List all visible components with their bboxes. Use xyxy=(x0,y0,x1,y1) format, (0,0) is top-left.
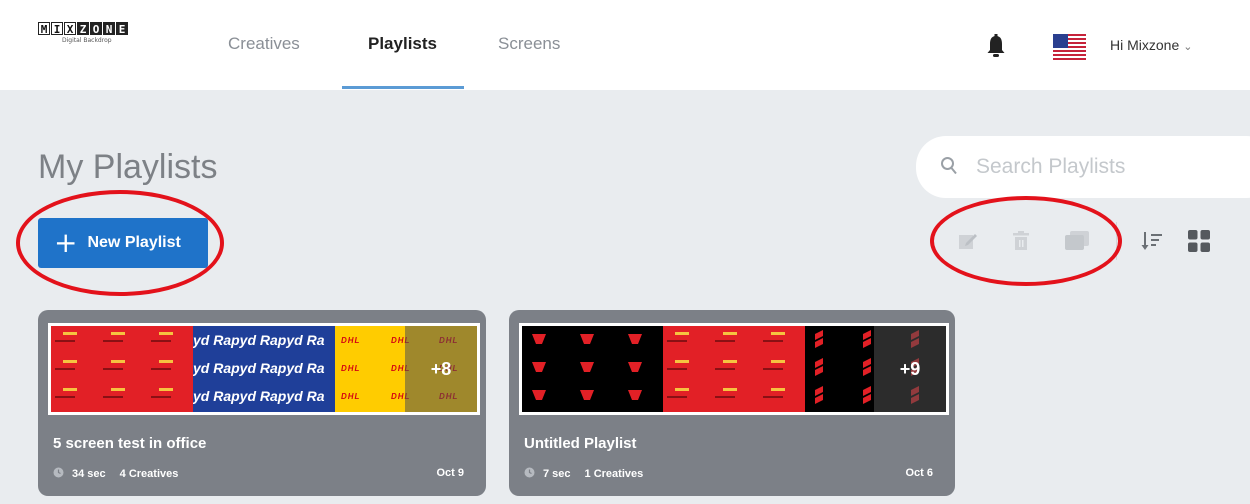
logo-tagline: Digital Backdrop xyxy=(62,37,112,44)
more-count-badge: +8 xyxy=(405,326,477,412)
playlist-card[interactable]: +9 Untitled Playlist 7 sec 1 Creatives O… xyxy=(509,310,955,496)
user-menu[interactable]: Hi Mixzone ⌄ xyxy=(1110,37,1192,53)
playlist-meta: 34 sec 4 Creatives xyxy=(53,467,178,481)
trash-icon[interactable] xyxy=(1008,228,1034,254)
active-tab-indicator xyxy=(342,86,464,89)
grid-view-icon[interactable] xyxy=(1186,228,1212,254)
playlist-date: Oct 9 xyxy=(436,467,464,479)
thumbnail-dhl: DHL DHL DHL DHL DHL DHL DHL DHL DHL +8 xyxy=(335,326,477,412)
sort-icon[interactable] xyxy=(1139,228,1165,254)
playlist-duration: 7 sec xyxy=(543,468,571,480)
page-title: My Playlists xyxy=(38,148,218,186)
more-count-badge: +9 xyxy=(873,326,946,412)
tab-creatives[interactable]: Creatives xyxy=(228,34,300,54)
search-icon xyxy=(940,156,958,181)
chevron-down-icon: ⌄ xyxy=(1183,41,1193,53)
bell-icon[interactable] xyxy=(987,33,1005,64)
thumbnail-black-pattern xyxy=(522,326,664,412)
thumbnail-red-pattern xyxy=(51,326,193,412)
playlist-duration: 34 sec xyxy=(72,468,106,480)
logo-wordmark: M I X Z O N E xyxy=(38,22,128,36)
playlist-meta: 7 sec 1 Creatives xyxy=(524,467,643,481)
tab-screens[interactable]: Screens xyxy=(498,34,560,54)
search-input[interactable] xyxy=(976,150,1236,184)
playlist-thumbnails: yd Rapyd Rapyd Ra yd Rapyd Rapyd Ra yd R… xyxy=(48,323,480,415)
thumbnail-red-pattern xyxy=(663,326,805,412)
thumbnail-suzuki-pattern: +9 xyxy=(804,326,946,412)
playlist-date: Oct 6 xyxy=(905,467,933,479)
top-bar: M I X Z O N E Digital Backdrop Creatives… xyxy=(0,0,1250,90)
new-playlist-label: New Playlist xyxy=(87,234,181,251)
new-playlist-button[interactable]: + New Playlist xyxy=(38,218,208,268)
mixzone-logo[interactable]: M I X Z O N E Digital Backdrop xyxy=(38,22,128,44)
duplicate-icon[interactable] xyxy=(1064,228,1090,254)
playlist-title: 5 screen test in office xyxy=(53,435,207,452)
thumbnail-rapyd: yd Rapyd Rapyd Ra yd Rapyd Rapyd Ra yd R… xyxy=(193,326,335,412)
playlist-card[interactable]: yd Rapyd Rapyd Ra yd Rapyd Rapyd Ra yd R… xyxy=(38,310,486,496)
toolbar-divider xyxy=(1116,222,1117,260)
playlist-creatives-count: 4 Creatives xyxy=(119,468,179,480)
playlist-creatives-count: 1 Creatives xyxy=(584,468,644,480)
tab-playlists[interactable]: Playlists xyxy=(368,34,437,54)
edit-icon[interactable] xyxy=(955,228,981,254)
clock-icon xyxy=(53,467,64,481)
plus-icon: + xyxy=(54,226,78,259)
search-box xyxy=(916,136,1250,198)
playlist-thumbnails: +9 xyxy=(519,323,949,415)
us-flag-icon[interactable] xyxy=(1053,34,1086,60)
clock-icon xyxy=(524,467,535,481)
playlist-title: Untitled Playlist xyxy=(524,435,637,452)
user-greeting: Hi Mixzone xyxy=(1110,37,1180,53)
